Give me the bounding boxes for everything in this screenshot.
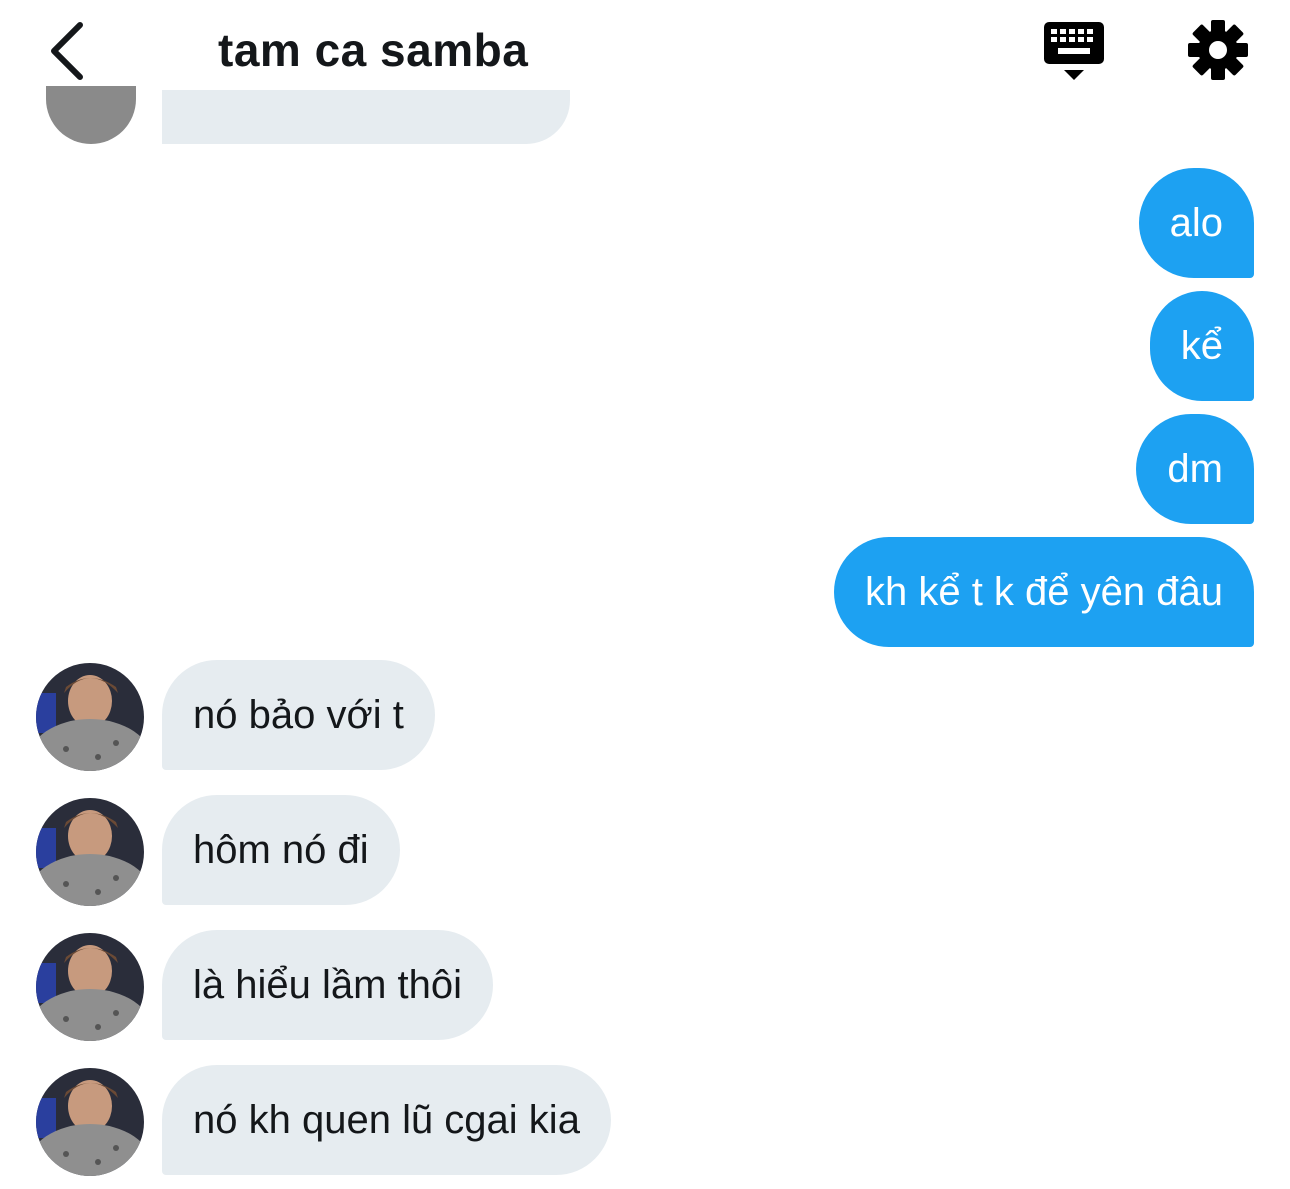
message-text: nó kh quen lũ cgai kia [193, 1097, 580, 1142]
outgoing-message-bubble: kh kể t k để yên đâu [833, 537, 1254, 647]
chat-header: tam ca samba [0, 0, 1290, 100]
message-text: kh kể t k để yên đâu [864, 569, 1223, 614]
message-text: dm [1167, 446, 1223, 491]
incoming-message-bubble: là hiểu lầm thôi [162, 930, 494, 1040]
avatar[interactable] [36, 933, 144, 1041]
avatar[interactable] [46, 86, 136, 144]
back-button[interactable] [38, 16, 94, 86]
conversation-title: tam ca samba [218, 24, 529, 76]
avatar[interactable] [36, 798, 144, 906]
incoming-message-bubble: hôm nó đi [162, 795, 400, 905]
outgoing-message-bubble: dm [1136, 414, 1254, 524]
settings-button[interactable] [1186, 18, 1250, 82]
outgoing-message-bubble: kể [1149, 291, 1254, 401]
incoming-message-bubble [162, 90, 570, 144]
gear-icon [1188, 20, 1248, 80]
avatar[interactable] [36, 663, 144, 771]
keyboard-icon [1044, 22, 1104, 80]
message-text: hôm nó đi [193, 827, 369, 872]
message-text: nó bảo với t [193, 692, 404, 737]
avatar[interactable] [36, 1068, 144, 1176]
chevron-left-icon [51, 22, 83, 80]
message-text: kể [1180, 323, 1223, 368]
incoming-message-bubble: nó kh quen lũ cgai kia [162, 1065, 611, 1175]
message-text: alo [1169, 200, 1223, 245]
outgoing-message-bubble: alo [1138, 168, 1254, 278]
keyboard-button[interactable] [1040, 18, 1108, 84]
message-text: là hiểu lầm thôi [193, 962, 463, 1007]
incoming-message-bubble: nó bảo với t [162, 660, 435, 770]
